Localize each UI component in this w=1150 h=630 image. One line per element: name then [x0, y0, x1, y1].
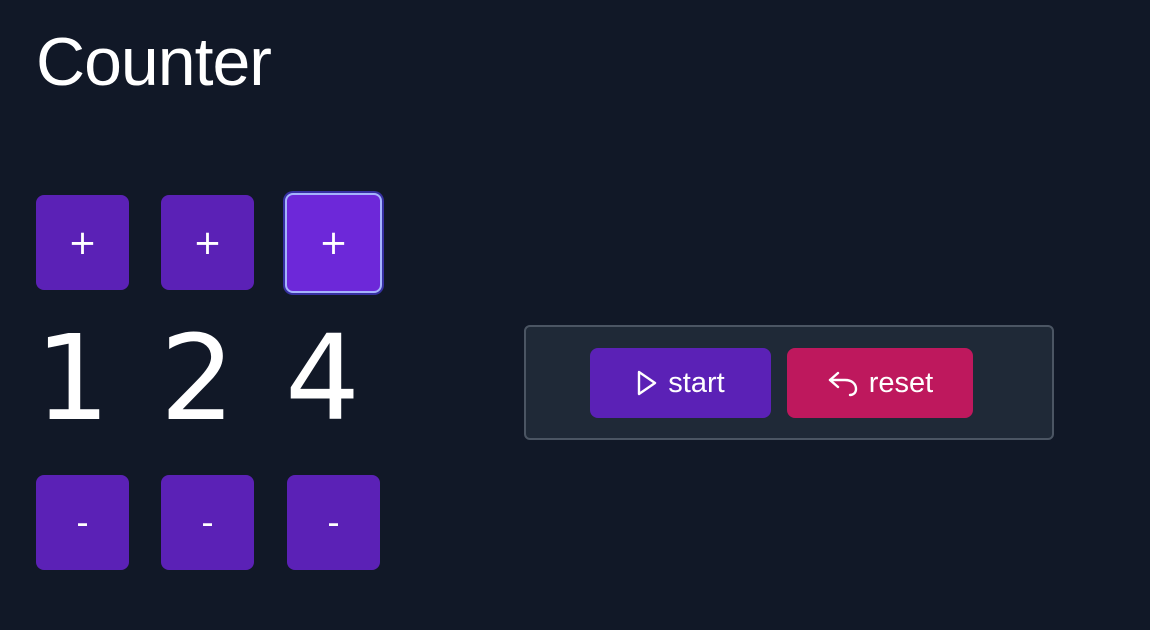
page-title: Counter [36, 24, 272, 100]
decrement-button-1[interactable]: - [36, 475, 129, 570]
reset-button-label: reset [868, 366, 934, 399]
increment-button-1[interactable]: + [36, 195, 129, 290]
counter-page: Counter + + + 1 2 4 - - - start reset [0, 0, 1150, 630]
play-icon [638, 370, 657, 396]
counter-value-3: 4 [284, 309, 361, 447]
increment-button-2[interactable]: + [161, 195, 254, 290]
start-button[interactable]: start [590, 348, 771, 418]
decrement-button-3[interactable]: - [287, 475, 380, 570]
start-button-label: start [668, 366, 725, 399]
undo-arrow-icon [828, 371, 857, 397]
reset-button[interactable]: reset [787, 348, 973, 418]
counter-value-1: 1 [34, 309, 111, 447]
increment-button-3[interactable]: + [285, 193, 382, 293]
counter-value-2: 2 [159, 309, 236, 447]
control-panel: start reset [524, 325, 1054, 440]
decrement-button-2[interactable]: - [161, 475, 254, 570]
